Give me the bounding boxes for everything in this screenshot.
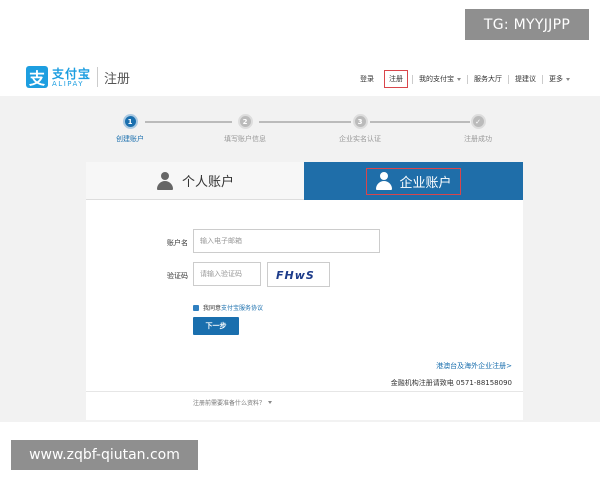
captcha-image[interactable]: FHwS — [267, 262, 330, 287]
check-icon: ✓ — [470, 114, 486, 129]
nav-login-link[interactable]: 登录 — [354, 74, 380, 84]
step-label: 填写账户信息 — [224, 135, 266, 143]
overseas-enterprise-link[interactable]: 港澳台及海外企业注册> — [436, 361, 512, 371]
step-number: 3 — [352, 114, 368, 129]
site-header: 支 支付宝 ALIPAY 注册 登录 注册 我的支付宝 服务大厅 提建议 更多 — [0, 58, 600, 96]
tab-personal-account[interactable]: 个人账户 — [86, 162, 304, 200]
business-user-icon — [375, 172, 393, 190]
tab-enterprise-account[interactable]: 企业账户 — [304, 162, 523, 200]
institution-phone: 金融机构注册请致电 0571-88158090 — [390, 379, 512, 387]
agree-checkbox[interactable] — [193, 304, 199, 311]
next-step-button[interactable]: 下一步 — [193, 317, 239, 335]
user-icon — [156, 171, 174, 190]
step-label: 注册成功 — [464, 135, 492, 143]
step-number: 2 — [237, 114, 253, 129]
captcha-text: FHwS — [276, 269, 315, 282]
highlight-box: 企业账户 — [366, 167, 461, 195]
captcha-input[interactable]: 请输入验证码 — [193, 262, 261, 286]
step-success: ✓ 注册成功 — [433, 114, 523, 144]
captcha-label: 验证码 — [167, 272, 188, 280]
tab-label: 企业账户 — [399, 175, 452, 191]
nav-more-menu[interactable]: 更多 — [543, 74, 576, 84]
watermark-bottom: www.zqbf-qiutan.com — [11, 440, 198, 470]
nav-my-alipay-menu[interactable]: 我的支付宝 — [413, 74, 467, 84]
step-number: 1 — [122, 114, 138, 129]
nav-service-hall-link[interactable]: 服务大厅 — [468, 74, 508, 84]
page-title: 注册 — [104, 72, 131, 87]
registration-area: 1 创建账户 2 填写账户信息 3 企业实名认证 ✓ 注册成功 个人账户 企业账… — [0, 96, 600, 422]
tab-label: 个人账户 — [181, 175, 234, 190]
account-name-label: 账户名 — [167, 239, 188, 247]
step-label: 创建账户 — [116, 135, 144, 143]
divider — [86, 391, 523, 392]
chevron-down-icon — [457, 77, 461, 81]
brand-name-en: ALIPAY — [52, 80, 85, 88]
top-nav: 登录 注册 我的支付宝 服务大厅 提建议 更多 — [354, 70, 576, 88]
registration-card: 个人账户 企业账户 账户名 输入电子邮箱 验证码 请输入验证码 FHwS 我同意… — [86, 162, 523, 420]
chevron-down-icon — [268, 401, 273, 404]
agree-prefix: 我同意 — [203, 305, 222, 312]
brand-divider — [97, 67, 98, 87]
step-create-account: 1 创建账户 — [85, 114, 175, 144]
preparation-toggle[interactable]: 注册前需要准备什么资料？ — [193, 398, 273, 407]
step-verify: 3 企业实名认证 — [315, 114, 405, 144]
watermark-top: TG: MYYJJPP — [465, 9, 589, 40]
service-agreement-link[interactable]: 支付宝服务协议 — [221, 303, 263, 312]
nav-suggestions-link[interactable]: 提建议 — [509, 74, 542, 84]
chevron-down-icon — [566, 77, 570, 81]
nav-register-link[interactable]: 注册 — [384, 70, 408, 88]
alipay-logo-icon[interactable]: 支 — [26, 66, 48, 88]
agreement-row: 我同意 支付宝服务协议 — [193, 303, 263, 312]
email-input[interactable]: 输入电子邮箱 — [193, 229, 380, 253]
step-fill-info: 2 填写账户信息 — [200, 114, 290, 144]
progress-steps: 1 创建账户 2 填写账户信息 3 企业实名认证 ✓ 注册成功 — [0, 114, 600, 148]
step-label: 企业实名认证 — [339, 135, 381, 143]
